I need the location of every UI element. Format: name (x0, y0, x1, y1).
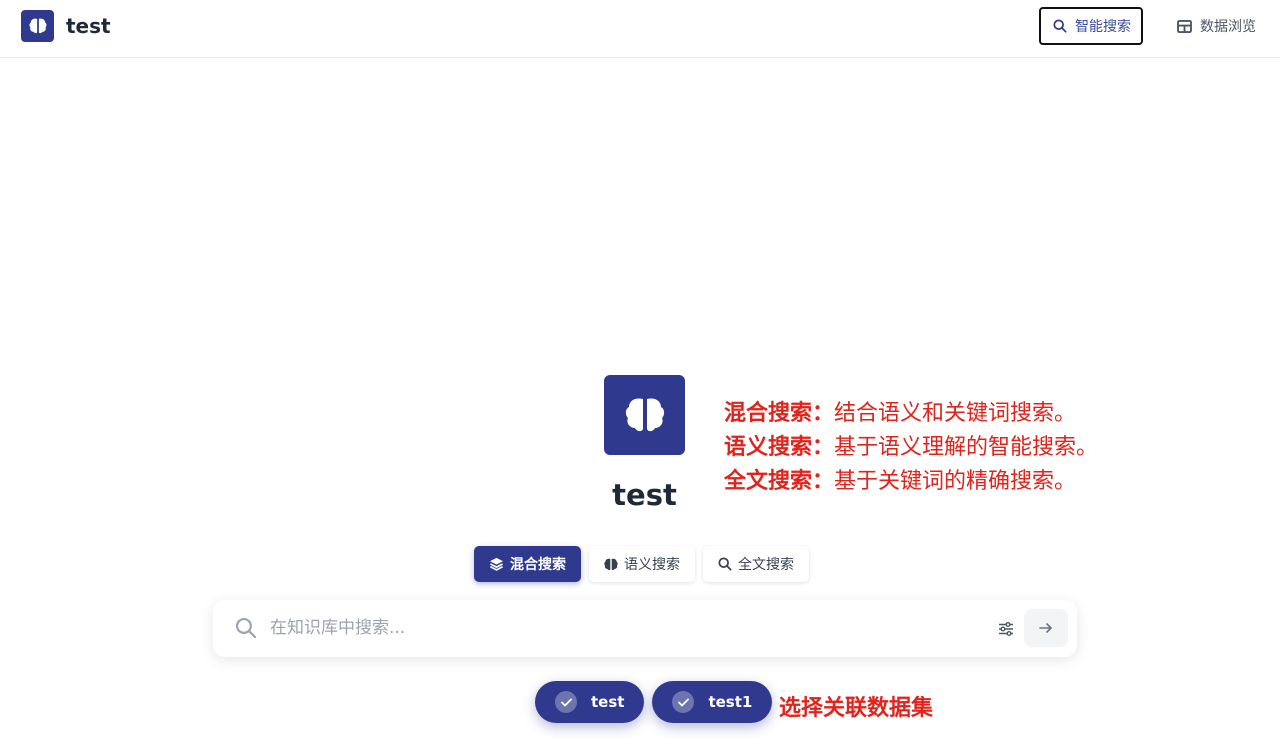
annotation-text: 基于关键词的精确搜索。 (834, 469, 1077, 494)
layers-icon (489, 557, 504, 571)
hero-brain-logo-icon (604, 375, 685, 455)
search-input[interactable] (270, 610, 970, 646)
annotation-key: 混合搜索： (724, 401, 835, 426)
search-box (213, 600, 1077, 657)
search-mode-tabs: 混合搜索 语义搜索 全文搜索 (474, 546, 809, 582)
dataset-chip-test[interactable]: test (535, 681, 645, 723)
dataset-hint-annotation: 选择关联数据集 (779, 696, 934, 721)
top-nav-bar: test 智能搜索 数据浏览 (0, 0, 1280, 58)
tab-hybrid-search[interactable]: 混合搜索 (474, 546, 581, 582)
tab-label: 混合搜索 (510, 557, 566, 573)
annotation-text: 基于语义理解的智能搜索。 (834, 435, 1099, 460)
sliders-icon (999, 622, 1013, 636)
check-icon (555, 691, 577, 713)
brand-home-link[interactable]: test (21, 10, 111, 42)
table-icon (1177, 19, 1192, 33)
brand-name: test (66, 14, 111, 38)
annotation-fulltext: 全文搜索：基于关键词的精确搜索。 (724, 465, 1098, 499)
nav-smart-search-label: 智能搜索 (1075, 19, 1131, 35)
annotation-semantic: 语义搜索：基于语义理解的智能搜索。 (724, 431, 1098, 465)
filter-settings-button[interactable] (995, 618, 1017, 640)
search-icon (235, 617, 257, 639)
search-submit-button[interactable] (1024, 609, 1068, 647)
annotation-key: 全文搜索： (724, 469, 835, 494)
tab-fulltext-search[interactable]: 全文搜索 (703, 546, 809, 582)
nav-data-browse-label: 数据浏览 (1200, 19, 1256, 35)
annotation-text: 结合语义和关键词搜索。 (834, 401, 1077, 426)
nav-data-browse-button[interactable]: 数据浏览 (1177, 7, 1256, 45)
tab-semantic-search[interactable]: 语义搜索 (589, 546, 695, 582)
check-icon (672, 691, 695, 713)
tab-label: 全文搜索 (738, 557, 794, 573)
search-icon (1053, 19, 1067, 33)
nav-smart-search-button[interactable]: 智能搜索 (1039, 7, 1143, 45)
brain-logo-icon (21, 10, 54, 42)
search-mode-annotations: 混合搜索：结合语义和关键词搜索。 语义搜索：基于语义理解的智能搜索。 全文搜索：… (724, 397, 1098, 499)
annotation-key: 语义搜索： (724, 435, 835, 460)
arrow-right-icon (1039, 623, 1052, 633)
brain-icon (604, 558, 618, 570)
dataset-chip-label: test (591, 693, 625, 711)
annotation-hybrid: 混合搜索：结合语义和关键词搜索。 (724, 397, 1098, 431)
dataset-chip-label: test1 (708, 693, 753, 711)
search-icon (718, 557, 732, 571)
dataset-chips: test test1 (535, 681, 773, 723)
tab-label: 语义搜索 (624, 557, 680, 573)
dataset-chip-test1[interactable]: test1 (652, 681, 773, 723)
